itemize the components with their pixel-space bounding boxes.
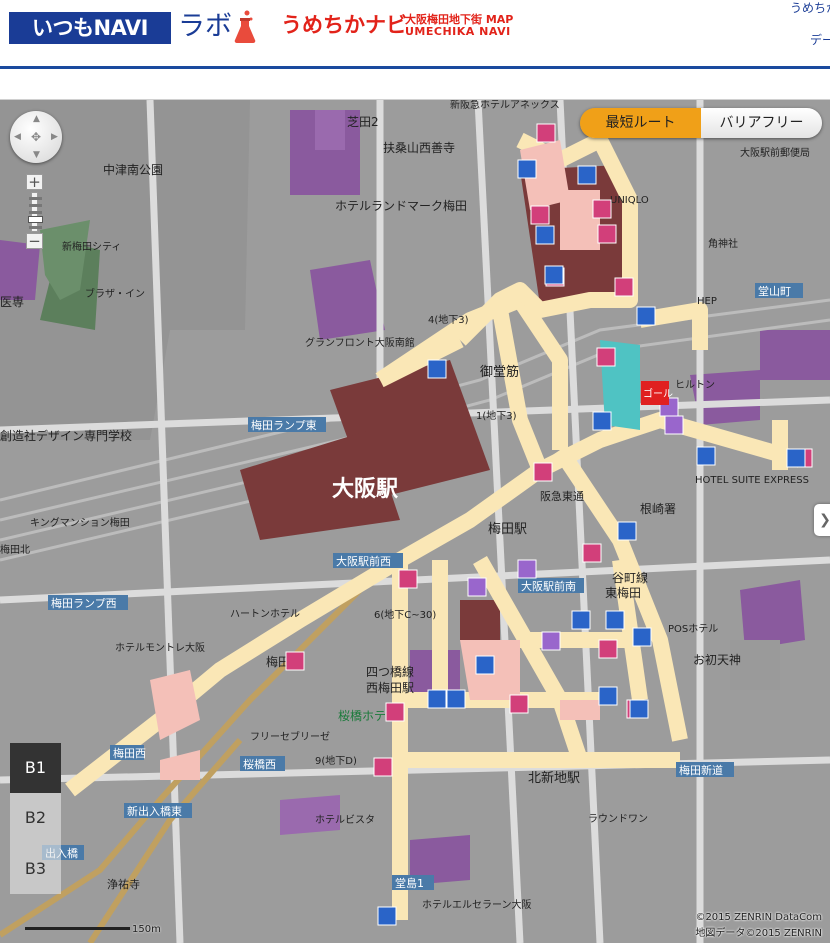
svg-text:大阪駅前郵便局: 大阪駅前郵便局 bbox=[740, 146, 810, 159]
svg-text:お初天神: お初天神 bbox=[693, 653, 741, 667]
copyright-1: ©2015 ZENRIN DataCom bbox=[695, 912, 822, 923]
svg-text:ゴール: ゴール bbox=[643, 387, 673, 400]
svg-text:大阪駅前南: 大阪駅前南 bbox=[521, 579, 576, 593]
map-canvas: 梅田ランプ東 梅田ランプ西 大阪駅前西 大阪駅前南 桜橋西 新出入橋東 出入橋 … bbox=[0, 100, 830, 943]
route-mode-toggle: 最短ルート バリアフリー bbox=[580, 108, 822, 138]
svg-text:ラウンドワン: ラウンドワン bbox=[588, 813, 648, 825]
shortest-route-button[interactable]: 最短ルート bbox=[580, 108, 701, 138]
svg-text:新梅田シティ: 新梅田シティ bbox=[62, 240, 121, 253]
itsumo-navi-logo[interactable]: いつもNAVI bbox=[9, 12, 171, 44]
header-link-umechika[interactable]: うめちか bbox=[790, 0, 830, 16]
scale-label: 150m bbox=[132, 924, 161, 935]
goal-flag-icon: ゴール bbox=[641, 381, 673, 405]
svg-text:梅田新道: 梅田新道 bbox=[679, 763, 723, 777]
svg-text:POSホテル: POSホテル bbox=[668, 623, 718, 635]
svg-text:梅田西: 梅田西 bbox=[113, 746, 146, 760]
svg-text:大阪駅: 大阪駅 bbox=[332, 477, 398, 502]
sub-bar bbox=[0, 69, 830, 100]
svg-text:フリーセブリーゼ: フリーセブリーゼ bbox=[250, 730, 330, 743]
svg-text:グランフロント大阪南館: グランフロント大阪南館 bbox=[305, 336, 415, 349]
svg-text:堂山町: 堂山町 bbox=[758, 285, 791, 298]
zoom-out-icon[interactable]: − bbox=[26, 233, 43, 249]
svg-text:梅田ランプ西: 梅田ランプ西 bbox=[51, 596, 117, 610]
svg-text:ブラザ・イン: ブラザ・イン bbox=[85, 287, 145, 300]
zoom-tick bbox=[29, 197, 42, 200]
chevron-right-icon[interactable]: ❯ bbox=[814, 504, 830, 536]
floor-b3-button[interactable]: B3 bbox=[10, 844, 61, 894]
svg-text:四つ橋線: 四つ橋線 bbox=[366, 664, 414, 679]
svg-text:創造社デザイン専門学校: 創造社デザイン専門学校 bbox=[0, 428, 132, 443]
svg-text:角神社: 角神社 bbox=[708, 237, 738, 250]
svg-text:ホテルモントレ大阪: ホテルモントレ大阪 bbox=[115, 641, 205, 654]
svg-text:北新地駅: 北新地駅 bbox=[528, 770, 580, 786]
svg-text:UNIQLO: UNIQLO bbox=[610, 195, 649, 206]
umechika-logo-english: UMECHIKA NAVI bbox=[405, 25, 511, 38]
svg-text:ハートンホテル: ハートンホテル bbox=[230, 608, 300, 620]
svg-text:阪急東通: 阪急東通 bbox=[540, 489, 584, 503]
svg-text:御堂筋: 御堂筋 bbox=[480, 364, 519, 380]
map-viewport[interactable]: 梅田ランプ東 梅田ランプ西 大阪駅前西 大阪駅前南 桜橋西 新出入橋東 出入橋 … bbox=[0, 100, 830, 943]
svg-text:6(地下C~30): 6(地下C~30) bbox=[374, 608, 436, 621]
svg-text:1(地下3): 1(地下3) bbox=[476, 409, 517, 422]
svg-text:梅田駅: 梅田駅 bbox=[488, 522, 527, 537]
floor-b1-button[interactable]: B1 bbox=[10, 743, 61, 793]
svg-text:キングマンション梅田: キングマンション梅田 bbox=[30, 516, 130, 529]
floor-b2-button[interactable]: B2 bbox=[10, 793, 61, 843]
svg-text:芝田2: 芝田2 bbox=[347, 114, 379, 129]
svg-text:桜橋西: 桜橋西 bbox=[243, 757, 276, 771]
zoom-in-icon[interactable]: + bbox=[26, 174, 43, 190]
umechika-navi-logo[interactable]: うめちかナビ bbox=[281, 10, 407, 40]
scale-bar bbox=[25, 927, 130, 930]
zoom-tick bbox=[29, 211, 42, 214]
svg-text:医専: 医専 bbox=[0, 295, 24, 309]
svg-text:HOTEL SUITE EXPRESS: HOTEL SUITE EXPRESS bbox=[695, 475, 809, 486]
svg-text:新阪急ホテルアネックス: 新阪急ホテルアネックス bbox=[450, 100, 560, 111]
svg-text:ホテルビスタ: ホテルビスタ bbox=[315, 814, 375, 826]
site-header: いつもNAVI ラボ うめちかナビ 大阪梅田地下街 MAP UMECHIKA N… bbox=[0, 0, 830, 66]
svg-text:谷町線: 谷町線 bbox=[612, 570, 648, 585]
svg-text:大阪駅前西: 大阪駅前西 bbox=[336, 554, 391, 568]
pan-control-icon[interactable]: ▲ ▼ ◀ ▶ ✥ bbox=[10, 111, 62, 163]
svg-text:ホテルエルセラーン大阪: ホテルエルセラーン大阪 bbox=[422, 898, 532, 911]
zoom-slider-thumb[interactable] bbox=[28, 216, 43, 223]
svg-text:4(地下3): 4(地下3) bbox=[428, 313, 469, 326]
svg-text:HEP: HEP bbox=[697, 296, 717, 307]
svg-text:ヒルトン: ヒルトン bbox=[675, 379, 715, 391]
svg-text:東梅田: 東梅田 bbox=[605, 585, 641, 600]
svg-text:梅田北: 梅田北 bbox=[0, 543, 30, 556]
flask-icon bbox=[234, 10, 256, 44]
copyright-2: 地図データ©2015 ZENRIN bbox=[695, 928, 822, 939]
svg-text:梅田ランプ東: 梅田ランプ東 bbox=[251, 418, 317, 432]
header-link-data[interactable]: デー bbox=[810, 31, 830, 48]
svg-text:ホテルランドマーク梅田: ホテルランドマーク梅田 bbox=[335, 198, 467, 213]
svg-text:新出入橋東: 新出入橋東 bbox=[127, 804, 182, 818]
svg-text:西梅田駅: 西梅田駅 bbox=[366, 680, 414, 695]
barrier-free-button[interactable]: バリアフリー bbox=[701, 108, 822, 138]
zoom-tick bbox=[29, 226, 42, 229]
zoom-tick bbox=[29, 204, 42, 207]
svg-text:扶桑山西善寺: 扶桑山西善寺 bbox=[383, 140, 455, 155]
svg-text:根崎署: 根崎署 bbox=[640, 502, 676, 516]
svg-text:中津南公園: 中津南公園 bbox=[103, 162, 163, 177]
svg-text:9(地下D): 9(地下D) bbox=[315, 754, 357, 767]
svg-text:堂島1: 堂島1 bbox=[395, 876, 424, 890]
lab-logo-text: ラボ bbox=[178, 11, 232, 42]
svg-text:浄祐寺: 浄祐寺 bbox=[107, 877, 140, 891]
